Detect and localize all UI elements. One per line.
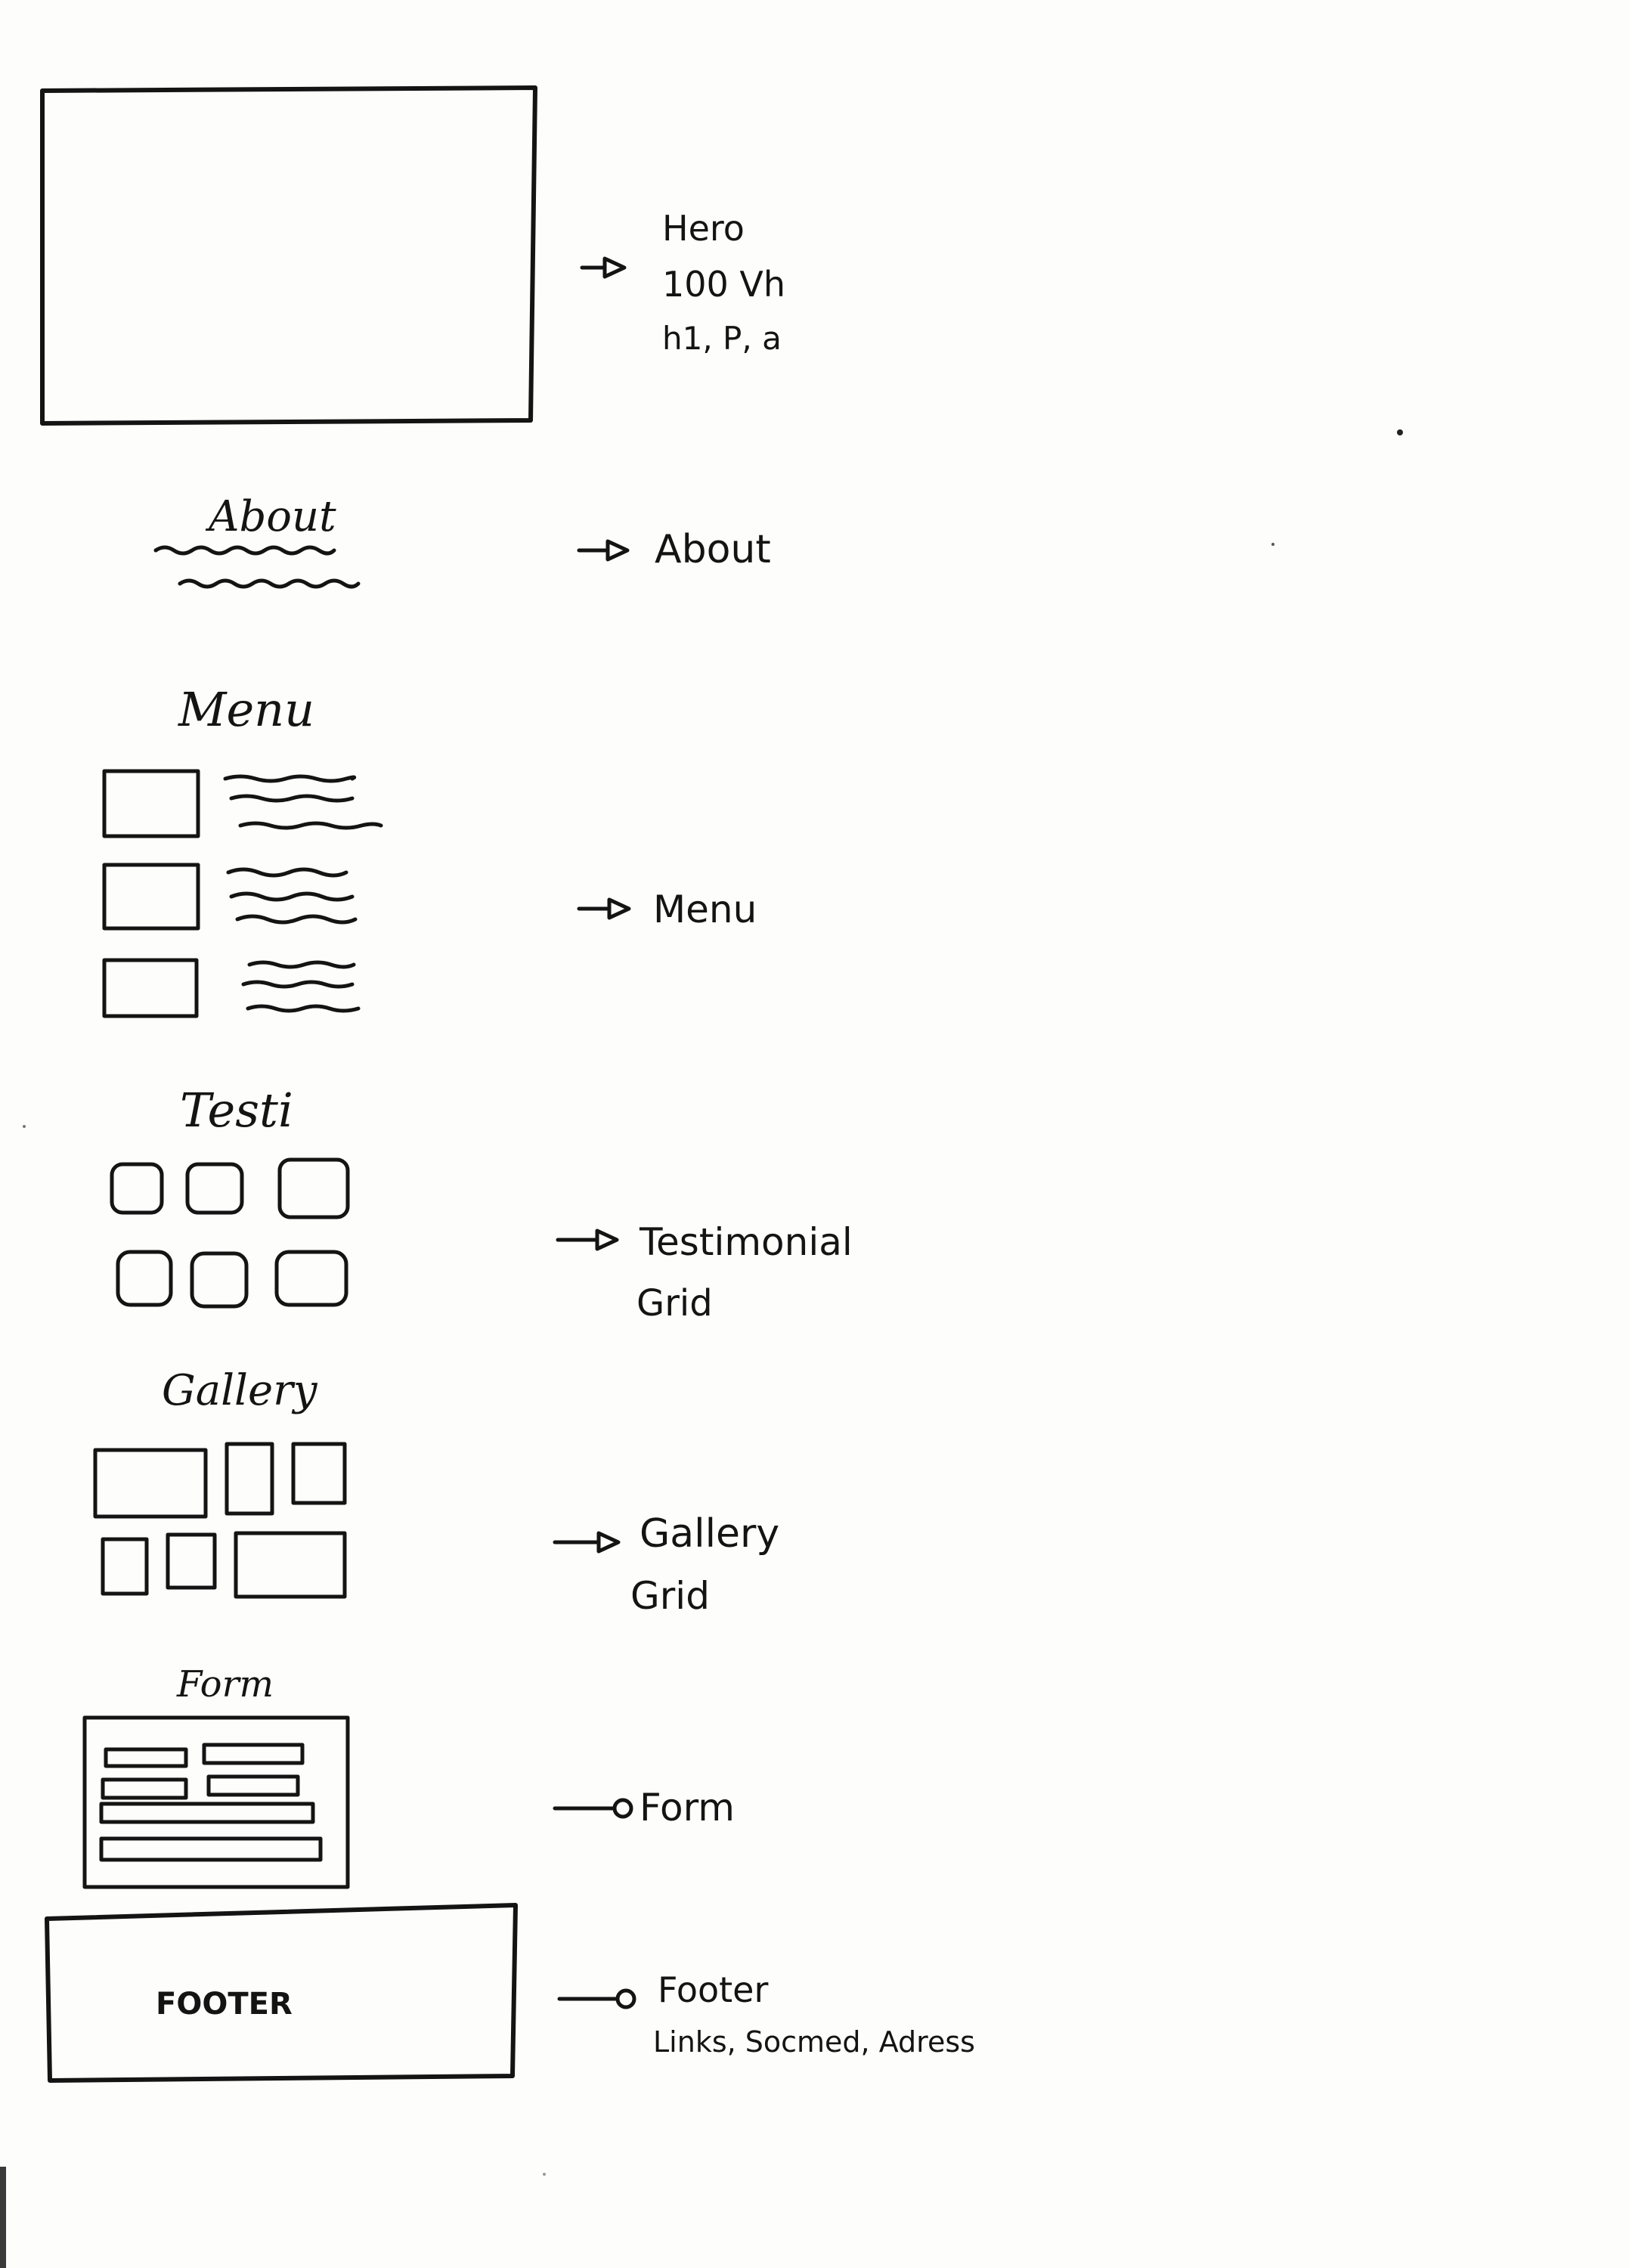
menu-item-text-3a [247, 960, 356, 969]
form-field-5 [99, 1802, 315, 1824]
menu-item-text-2b [229, 891, 355, 902]
hero-section-sketch [40, 85, 537, 426]
gallery-tile-4 [101, 1537, 149, 1596]
testimonial-section-sketch: Testi [110, 1083, 350, 1309]
menu-item-image-1 [102, 769, 200, 838]
menu-item-text-1b [229, 794, 355, 803]
testimonial-sketch-title: Testi [180, 1083, 293, 1138]
menu-sketch-title: Menu [178, 682, 314, 737]
gallery-sketch-title: Gallery [162, 1366, 318, 1415]
testimonial-arrow-head [595, 1228, 619, 1251]
form-arrow-head [612, 1798, 633, 1819]
hero-annotation-line2: 100 Vh [662, 264, 785, 305]
footer-annotation-line1: Footer [658, 1969, 768, 2010]
scan-edge-mark [0, 2167, 6, 2268]
menu-item-text-1a [223, 774, 357, 783]
gallery-section-sketch: Gallery [93, 1366, 347, 1599]
about-annotation: About [577, 527, 771, 572]
wireframe-sketch: Hero 100 Vh h1, P, a About About Menu Me… [0, 85, 1403, 2268]
menu-annotation-line1: Menu [653, 888, 757, 931]
testimonial-annotation-line1: Testimonial [639, 1220, 853, 1264]
menu-item-text-3c [246, 1004, 361, 1013]
form-field-2 [202, 1743, 305, 1765]
ink-speck-4 [543, 2173, 546, 2176]
testimonial-card-4 [116, 1250, 173, 1307]
about-wavy-line-1 [153, 545, 336, 556]
ink-speck-2 [1271, 543, 1274, 546]
gallery-arrow-head [596, 1531, 621, 1554]
gallery-annotation: Gallery Grid [553, 1511, 779, 1618]
about-sketch-title: About [205, 492, 336, 541]
gallery-tile-6 [234, 1531, 347, 1599]
menu-item-text-3b [241, 980, 355, 989]
menu-annotation: Menu [577, 888, 757, 931]
gallery-tile-3 [291, 1442, 347, 1505]
testimonial-card-1 [110, 1162, 164, 1215]
menu-item-text-2c [235, 914, 358, 925]
hero-arrow-head [602, 256, 627, 279]
testimonial-card-6 [274, 1250, 348, 1307]
footer-section-sketch: FOOTER [45, 1903, 518, 2083]
about-wavy-line-2 [178, 578, 361, 589]
form-field-6 [99, 1836, 323, 1862]
ink-speck-1 [1397, 429, 1403, 435]
form-section-sketch: Form [82, 1663, 350, 1889]
menu-section-sketch: Menu [102, 682, 383, 1018]
gallery-annotation-line2: Grid [630, 1574, 710, 1618]
testimonial-annotation-line2: Grid [636, 1282, 713, 1325]
form-field-3 [101, 1777, 188, 1800]
testimonial-card-2 [185, 1162, 244, 1215]
hero-annotation: Hero 100 Vh h1, P, a [580, 208, 785, 357]
menu-item-text-2a [226, 867, 348, 878]
testimonial-card-3 [277, 1157, 350, 1219]
footer-annotation: Footer Links, Socmed, Adress [557, 1969, 975, 2059]
hero-annotation-line3: h1, P, a [662, 320, 782, 357]
hero-box [40, 85, 537, 426]
testimonial-annotation: Testimonial Grid [556, 1220, 853, 1325]
menu-item-image-2 [102, 863, 200, 931]
menu-arrow-head [607, 897, 631, 920]
footer-sketch-title: FOOTER [156, 1987, 293, 2022]
testimonial-card-5 [190, 1251, 249, 1309]
gallery-tile-5 [166, 1532, 217, 1590]
about-section-sketch: About [153, 492, 361, 589]
menu-item-text-1c [238, 821, 383, 830]
footer-annotation-line2: Links, Socmed, Adress [653, 2025, 975, 2059]
footer-arrow-head [615, 1988, 636, 2009]
ink-speck-3 [23, 1125, 26, 1128]
gallery-annotation-line1: Gallery [640, 1511, 779, 1557]
form-field-1 [104, 1747, 188, 1768]
gallery-tile-2 [225, 1442, 274, 1516]
form-sketch-title: Form [176, 1663, 274, 1706]
form-annotation-line1: Form [640, 1786, 735, 1830]
form-field-4 [206, 1774, 300, 1797]
hero-annotation-line1: Hero [662, 208, 745, 249]
about-annotation-line1: About [655, 527, 771, 572]
about-arrow-head [605, 539, 630, 562]
menu-item-image-3 [102, 958, 199, 1018]
form-annotation: Form [553, 1786, 735, 1830]
gallery-tile-1 [93, 1448, 208, 1519]
